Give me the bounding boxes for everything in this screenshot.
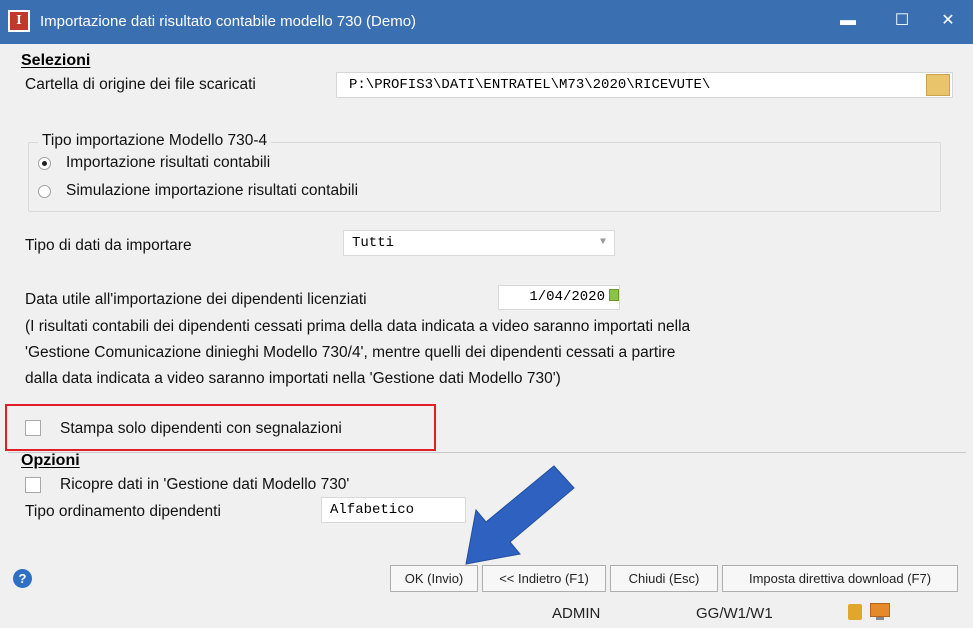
tipo-dati-value: Tutti — [352, 235, 395, 251]
ok-button[interactable]: OK (Invio) — [390, 565, 478, 592]
ricopre-checkbox[interactable] — [25, 477, 41, 493]
status-session: GG/W1/W1 — [696, 605, 773, 622]
ordinamento-label: Tipo ordinamento dipendenti — [25, 503, 221, 520]
radio-importazione-label: Importazione risultati contabili — [66, 154, 271, 171]
edit-icon[interactable] — [848, 604, 862, 620]
section-divider — [8, 452, 966, 453]
minimize-button[interactable]: ▬ — [828, 6, 868, 36]
monitor-icon[interactable] — [870, 603, 890, 617]
ordinamento-value: Alfabetico — [330, 502, 415, 518]
note-line-3: dalla data indicata a video saranno impo… — [25, 370, 561, 387]
tipo-dati-select[interactable]: Tutti ▼ — [343, 230, 615, 256]
radio-simulazione[interactable] — [38, 185, 51, 198]
maximize-button[interactable]: ☐ — [882, 6, 922, 36]
tipo-importazione-group — [28, 142, 941, 212]
note-line-2: 'Gestione Comunicazione dinieghi Modello… — [25, 344, 676, 361]
tipo-importazione-legend: Tipo importazione Modello 730-4 — [38, 132, 272, 150]
close-icon: ✕ — [941, 12, 955, 29]
window-title: Importazione dati risultato contabile mo… — [40, 13, 417, 30]
help-icon[interactable]: ? — [13, 569, 32, 588]
imposta-download-button[interactable]: Imposta direttiva download (F7) — [722, 565, 958, 592]
data-utile-label: Data utile all'importazione dei dipenden… — [25, 291, 367, 308]
chiudi-button[interactable]: Chiudi (Esc) — [610, 565, 718, 592]
chevron-down-icon: ▼ — [599, 237, 606, 248]
annotation-arrow — [465, 465, 575, 565]
stampa-label: Stampa solo dipendenti con segnalazioni — [60, 420, 342, 437]
radio-importazione[interactable] — [38, 157, 51, 170]
minimize-icon: ▬ — [840, 12, 856, 29]
indietro-button[interactable]: << Indietro (F1) — [482, 565, 606, 592]
status-user: ADMIN — [552, 605, 601, 622]
note-line-1: (I risultati contabili dei dipendenti ce… — [25, 318, 691, 335]
title-bar: I Importazione dati risultato contabile … — [0, 0, 973, 44]
ricopre-label: Ricopre dati in 'Gestione dati Modello 7… — [60, 476, 350, 493]
section-opzioni-title: Opzioni — [21, 452, 80, 469]
close-button[interactable]: ✕ — [928, 6, 968, 36]
maximize-icon: ☐ — [894, 12, 910, 29]
section-selezioni-title: Selezioni — [21, 52, 91, 69]
ordinamento-select[interactable]: Alfabetico — [321, 497, 466, 523]
cartella-label: Cartella di origine dei file scaricati — [25, 76, 256, 93]
cartella-input[interactable]: P:\PROFIS3\DATI\ENTRATEL\M73\2020\RICEVU… — [336, 72, 953, 98]
app-icon: I — [8, 10, 30, 32]
tipo-dati-label: Tipo di dati da importare — [25, 237, 192, 254]
folder-browse-icon[interactable] — [926, 74, 950, 96]
data-utile-input[interactable]: 1/04/2020 — [498, 285, 620, 310]
monitor-stand-icon — [876, 617, 884, 620]
stampa-checkbox[interactable] — [25, 420, 41, 436]
calendar-icon[interactable] — [609, 289, 619, 301]
radio-simulazione-label: Simulazione importazione risultati conta… — [66, 182, 359, 199]
